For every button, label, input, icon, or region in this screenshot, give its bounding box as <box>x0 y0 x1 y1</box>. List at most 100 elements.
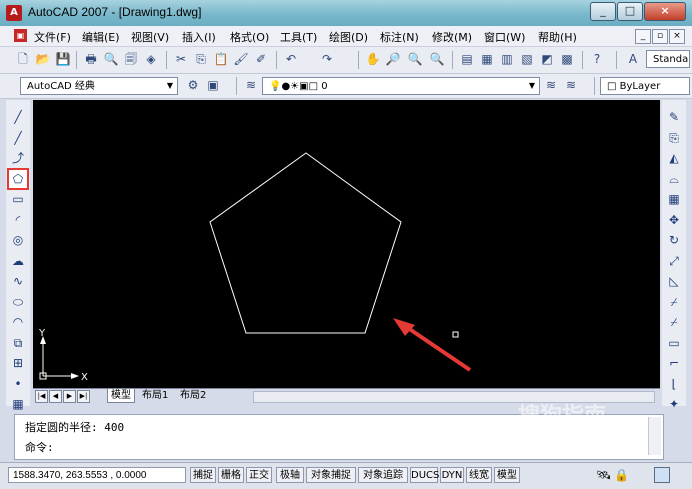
layer-manager-icon[interactable]: ≋ <box>242 76 260 94</box>
stretch-icon[interactable]: ◺ <box>665 272 683 290</box>
document-icon[interactable]: ▣ <box>14 29 27 42</box>
make-block-icon[interactable]: ⊞ <box>9 354 27 372</box>
tab-model[interactable]: 模型 <box>107 389 135 403</box>
doc-restore-button[interactable]: ▫ <box>652 29 668 44</box>
zoom-previous-icon[interactable]: 🔍 <box>428 50 446 68</box>
polygon-icon[interactable]: ⬠ <box>7 167 29 190</box>
tool-palettes-icon[interactable]: ▥ <box>498 50 516 68</box>
trim-icon[interactable]: ⌿ <box>665 293 683 311</box>
mirror-icon[interactable]: ◭ <box>665 149 683 167</box>
maximize-button[interactable]: □ <box>617 2 643 21</box>
copy-icon[interactable]: ⎘ <box>665 129 683 147</box>
drawing-canvas[interactable]: Y X <box>33 100 660 388</box>
coordinate-display[interactable]: 1588.3470, 263.5553 , 0.0000 <box>8 467 186 483</box>
plot-preview-icon[interactable]: 🔍 <box>102 50 120 68</box>
menu-file[interactable]: 文件(F) <box>34 29 71 45</box>
publish-icon[interactable]: 🗐 <box>122 50 140 68</box>
menu-insert[interactable]: 插入(I) <box>182 29 216 45</box>
communication-center-icon[interactable]: 🛰 <box>596 468 611 482</box>
construction-line-icon[interactable]: ╱ <box>9 129 27 147</box>
rectangle-icon[interactable]: ▭ <box>9 190 27 208</box>
extend-icon[interactable]: ⌿ <box>665 313 683 331</box>
break-icon[interactable]: ▭ <box>665 334 683 352</box>
point-icon[interactable]: • <box>9 375 27 393</box>
scale-icon[interactable]: ⤢ <box>665 252 683 270</box>
autocad-app-icon[interactable]: A <box>6 5 22 21</box>
copy-clip-icon[interactable]: ⎘ <box>192 50 210 68</box>
insert-block-icon[interactable]: ⧉ <box>9 334 27 352</box>
save-icon[interactable]: 💾 <box>54 50 72 68</box>
spline-icon[interactable]: ∿ <box>9 272 27 290</box>
menu-tools[interactable]: 工具(T) <box>280 29 317 45</box>
text-style-combo[interactable]: Standa <box>646 50 690 68</box>
layer-previous-icon[interactable]: ≋ <box>562 76 580 94</box>
lineweight-toggle[interactable]: 线宽 <box>466 467 492 483</box>
circle-icon[interactable]: ◎ <box>9 231 27 249</box>
layer-dropdown[interactable]: 💡●☀▣□ 0 ▼ <box>262 77 540 95</box>
color-dropdown[interactable]: □ ByLayer <box>600 77 690 95</box>
workspace-save-icon[interactable]: ▣ <box>204 76 222 94</box>
undo-icon[interactable]: ↶ <box>282 50 300 68</box>
snap-toggle[interactable]: 捕捉 <box>190 467 216 483</box>
explode-icon[interactable]: ✦ <box>665 395 683 413</box>
properties-icon[interactable]: ▤ <box>458 50 476 68</box>
menu-edit[interactable]: 编辑(E) <box>82 29 120 45</box>
polyline-icon[interactable]: ⤴ <box>9 149 27 167</box>
redo-icon[interactable]: ↷ <box>318 50 336 68</box>
workspace-dropdown[interactable]: AutoCAD 经典 ▼ <box>20 77 178 95</box>
arc-icon[interactable]: ◜ <box>9 211 27 229</box>
design-center-icon[interactable]: ▦ <box>478 50 496 68</box>
rotate-icon[interactable]: ↻ <box>665 231 683 249</box>
command-prompt[interactable]: 命令: <box>25 439 54 455</box>
menu-help[interactable]: 帮助(H) <box>538 29 577 45</box>
fillet-icon[interactable]: ⌊ <box>665 375 683 393</box>
sheet-set-icon[interactable]: ▧ <box>518 50 536 68</box>
polar-toggle[interactable]: 极轴 <box>276 467 304 483</box>
workspace-settings-icon[interactable]: ⚙ <box>184 76 202 94</box>
dyn-toggle[interactable]: DYN <box>440 467 464 483</box>
3d-dwf-icon[interactable]: ◈ <box>142 50 160 68</box>
offset-icon[interactable]: ⌓ <box>665 170 683 188</box>
next-tab-icon[interactable]: ▶ <box>63 390 76 403</box>
ortho-toggle[interactable]: 正交 <box>246 467 272 483</box>
title-bar[interactable]: A AutoCAD 2007 - [Drawing1.dwg] _ □ × <box>0 0 692 26</box>
prev-tab-icon[interactable]: ◀ <box>49 390 62 403</box>
tab-layout1[interactable]: 布局1 <box>139 389 171 402</box>
model-toggle[interactable]: 模型 <box>494 467 520 483</box>
menu-format[interactable]: 格式(O) <box>230 29 269 45</box>
pan-icon[interactable]: ✋ <box>364 50 382 68</box>
tab-layout2[interactable]: 布局2 <box>177 389 209 402</box>
pentagon-shape[interactable] <box>209 152 402 334</box>
menu-draw[interactable]: 绘图(D) <box>329 29 368 45</box>
command-scrollbar[interactable] <box>648 417 661 455</box>
ellipse-icon[interactable]: ⬭ <box>9 293 27 311</box>
lock-icon[interactable]: 🔒 <box>614 468 629 482</box>
otrack-toggle[interactable]: 对象追踪 <box>358 467 408 483</box>
ducs-toggle[interactable]: DUCS <box>410 467 439 483</box>
block-editor-icon[interactable]: ✐ <box>252 50 270 68</box>
markup-icon[interactable]: ◩ <box>538 50 556 68</box>
clean-screen-icon[interactable] <box>654 467 670 483</box>
ellipse-arc-icon[interactable]: ◠ <box>9 313 27 331</box>
help-icon[interactable]: ? <box>588 50 606 68</box>
zoom-window-icon[interactable]: 🔍 <box>406 50 424 68</box>
zoom-realtime-icon[interactable]: 🔎 <box>384 50 402 68</box>
make-layer-current-icon[interactable]: ≋ <box>542 76 560 94</box>
erase-icon[interactable]: ✎ <box>665 108 683 126</box>
hatch-icon[interactable]: ▦ <box>9 395 27 413</box>
text-style-icon[interactable]: A <box>624 50 642 68</box>
plot-icon[interactable]: 🖶 <box>82 50 100 68</box>
doc-minimize-button[interactable]: _ <box>635 29 651 44</box>
first-tab-icon[interactable]: |◀ <box>35 390 48 403</box>
chamfer-icon[interactable]: ⌐ <box>665 354 683 372</box>
move-icon[interactable]: ✥ <box>665 211 683 229</box>
line-icon[interactable]: ╱ <box>9 108 27 126</box>
close-button[interactable]: × <box>644 2 686 21</box>
menu-dimension[interactable]: 标注(N) <box>380 29 419 45</box>
minimize-button[interactable]: _ <box>590 2 616 21</box>
doc-close-button[interactable]: × <box>669 29 685 44</box>
open-icon[interactable]: 📂 <box>34 50 52 68</box>
grid-toggle[interactable]: 栅格 <box>218 467 244 483</box>
match-properties-icon[interactable]: 🖌 <box>232 50 250 68</box>
menu-window[interactable]: 窗口(W) <box>484 29 525 45</box>
